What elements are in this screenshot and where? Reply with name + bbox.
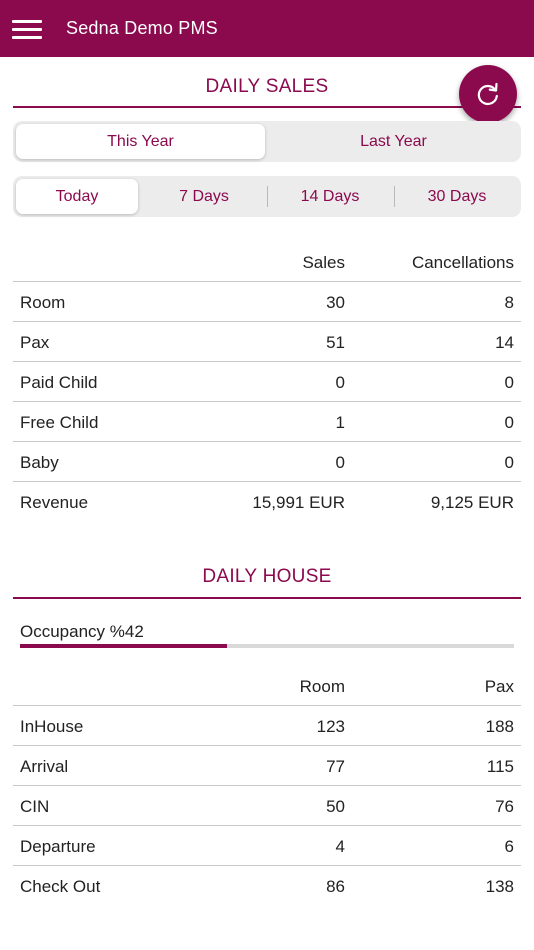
daily-sales-table: Sales Cancellations Room 30 8 Pax 51 14 … (13, 242, 521, 522)
row-label: Arrival (20, 757, 69, 776)
sales-value: 15,991 EUR (252, 493, 345, 512)
sales-value: 0 (335, 453, 345, 472)
table-row: Arrival 77 115 (13, 746, 521, 786)
occupancy-label: Occupancy %42 (20, 622, 144, 641)
cancellations-value: 8 (504, 293, 514, 312)
row-label: Baby (20, 453, 59, 472)
table-row: Pax 51 14 (13, 322, 521, 362)
tab-last-year[interactable]: Last Year (269, 124, 518, 159)
app-title: Sedna Demo PMS (66, 18, 218, 38)
daily-house-table: Room Pax InHouse 123 188 Arrival 77 115 … (13, 666, 521, 906)
column-header-cancellations: Cancellations (411, 253, 514, 272)
table-row: Free Child 1 0 (13, 402, 521, 442)
row-label: Paid Child (20, 373, 98, 392)
year-segmented-control: This Year Last Year (13, 121, 521, 162)
table-row: InHouse 123 188 (13, 706, 521, 746)
app-bar: Sedna Demo PMS (0, 0, 534, 57)
tab-30-days[interactable]: 30 Days (396, 179, 518, 214)
tab-7-days[interactable]: 7 Days (143, 179, 265, 214)
cancellations-value: 9,125 EUR (430, 493, 514, 512)
table-row: Check Out 86 138 (13, 866, 521, 906)
tab-this-year[interactable]: This Year (16, 124, 265, 159)
daily-house-divider (13, 597, 521, 599)
pax-value: 6 (504, 837, 514, 856)
pax-value: 115 (486, 757, 514, 776)
table-row: Paid Child 0 0 (13, 362, 521, 402)
row-label: Check Out (20, 877, 101, 896)
row-label: Departure (20, 837, 96, 856)
sales-value: 51 (326, 333, 345, 352)
tab-14-days[interactable]: 14 Days (269, 179, 391, 214)
room-value: 86 (326, 877, 345, 896)
room-value: 77 (326, 757, 345, 776)
occupancy-progress-fill (20, 644, 228, 648)
table-row: Room 30 8 (13, 282, 521, 322)
refresh-button[interactable] (459, 65, 517, 123)
sales-value: 30 (326, 293, 345, 312)
segment-divider (394, 186, 395, 207)
row-label: Revenue (20, 493, 89, 512)
column-header-pax: Pax (484, 677, 514, 696)
cancellations-value: 14 (495, 333, 514, 352)
room-value: 50 (326, 797, 345, 816)
column-header-room: Room (299, 677, 345, 696)
hamburger-menu-icon[interactable] (12, 20, 42, 40)
table-row: Baby 0 0 (13, 442, 521, 482)
sales-value: 0 (335, 373, 345, 392)
table-row: Revenue 15,991 EUR 9,125 EUR (13, 482, 521, 522)
table-row: Departure 4 6 (13, 826, 521, 866)
row-label: CIN (20, 797, 50, 816)
row-label: Room (20, 293, 66, 312)
period-segmented-control: Today 7 Days 14 Days 30 Days (13, 176, 521, 217)
pax-value: 138 (485, 877, 514, 896)
pax-value: 188 (485, 717, 514, 736)
daily-sales-divider (13, 106, 521, 108)
refresh-icon (477, 82, 498, 106)
segment-divider (267, 186, 268, 207)
row-label: Free Child (20, 413, 99, 432)
row-label: Pax (20, 333, 50, 352)
cancellations-value: 0 (504, 373, 514, 392)
room-value: 123 (316, 717, 345, 736)
row-label: InHouse (20, 717, 84, 736)
room-value: 4 (335, 837, 345, 856)
column-header-sales: Sales (302, 253, 345, 272)
pax-value: 76 (495, 797, 514, 816)
occupancy-progress-bar (20, 644, 514, 648)
table-row: CIN 50 76 (13, 786, 521, 826)
cancellations-value: 0 (504, 453, 514, 472)
cancellations-value: 0 (504, 413, 514, 432)
table-header-row: Sales Cancellations (13, 242, 521, 282)
sales-value: 1 (335, 413, 345, 432)
daily-house-title: DAILY HOUSE (202, 566, 332, 587)
table-header-row: Room Pax (13, 666, 521, 706)
tab-today[interactable]: Today (16, 179, 138, 214)
daily-sales-title: DAILY SALES (205, 76, 329, 97)
